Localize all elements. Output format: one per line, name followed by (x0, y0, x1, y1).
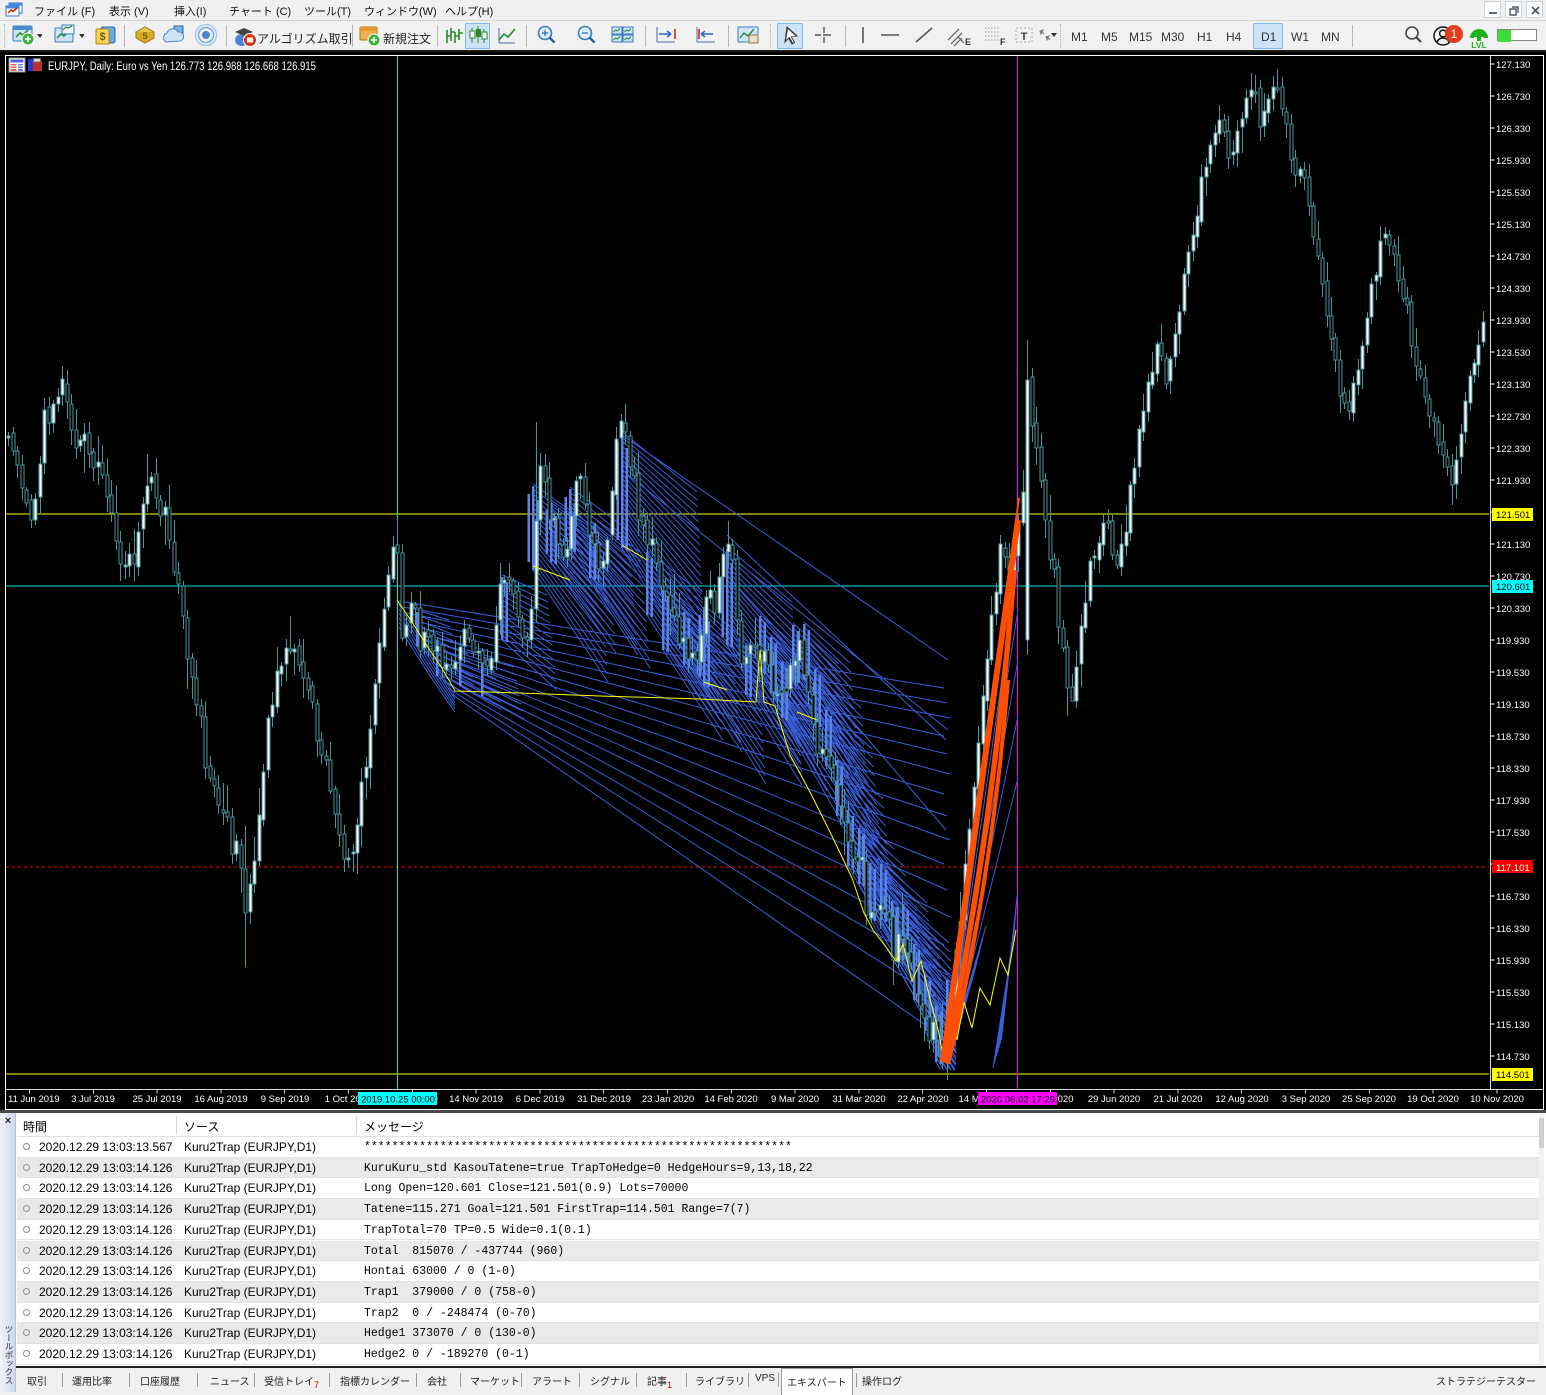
svg-text:T: T (1021, 31, 1028, 43)
svg-text:115.130: 115.130 (1496, 1020, 1530, 1031)
svg-text:123.530: 123.530 (1496, 348, 1530, 359)
svg-text:25 Sep 2020: 25 Sep 2020 (1342, 1094, 1396, 1105)
svg-text:118.330: 118.330 (1496, 764, 1530, 775)
svg-text:120.601: 120.601 (1496, 582, 1530, 593)
svg-text:1: 1 (1451, 27, 1458, 41)
svg-text:121.130: 121.130 (1496, 540, 1530, 551)
svg-text:3 Sep 2020: 3 Sep 2020 (1282, 1094, 1331, 1105)
svg-text:119.530: 119.530 (1496, 668, 1530, 679)
svg-text:126.330: 126.330 (1496, 124, 1530, 135)
svg-text:125.530: 125.530 (1496, 188, 1530, 199)
svg-text:126.730: 126.730 (1496, 92, 1530, 103)
svg-text:$: $ (99, 31, 105, 43)
svg-text:LVL: LVL (1471, 40, 1486, 50)
svg-text:EURJPY, Daily: Euro vs Yen 1: EURJPY, Daily: Euro vs Yen 126.773 126.9… (48, 61, 316, 73)
svg-text:31 Dec 2019: 31 Dec 2019 (577, 1094, 631, 1105)
svg-text:29 Jun 2020: 29 Jun 2020 (1088, 1094, 1140, 1105)
svg-text:121.501: 121.501 (1496, 510, 1530, 521)
svg-text:22 Apr 2020: 22 Apr 2020 (897, 1094, 948, 1105)
svg-text:122.330: 122.330 (1496, 444, 1530, 455)
svg-text:116.730: 116.730 (1496, 892, 1530, 903)
svg-text:125.930: 125.930 (1496, 156, 1530, 167)
svg-text:11 Jun 2019: 11 Jun 2019 (8, 1094, 60, 1105)
svg-text:116.330: 116.330 (1496, 924, 1530, 935)
svg-text:14 Nov 2019: 14 Nov 2019 (449, 1094, 503, 1105)
svg-text:125.130: 125.130 (1496, 220, 1530, 231)
svg-text:121.930: 121.930 (1496, 476, 1530, 487)
svg-text:16 Aug 2019: 16 Aug 2019 (194, 1094, 247, 1105)
svg-text:31 Mar 2020: 31 Mar 2020 (832, 1094, 885, 1105)
svg-text:21 Jul 2020: 21 Jul 2020 (1153, 1094, 1202, 1105)
svg-text:127.130: 127.130 (1496, 60, 1530, 71)
svg-text:118.730: 118.730 (1496, 732, 1530, 743)
svg-text:114.730: 114.730 (1496, 1052, 1530, 1063)
svg-text:119.130: 119.130 (1496, 700, 1530, 711)
svg-text:117.530: 117.530 (1496, 828, 1530, 839)
svg-text:9 Mar 2020: 9 Mar 2020 (771, 1094, 819, 1105)
svg-text:120.330: 120.330 (1496, 604, 1530, 615)
svg-text:23 Jan 2020: 23 Jan 2020 (642, 1094, 694, 1105)
svg-text:F: F (1000, 37, 1006, 47)
svg-text:19 Oct 2020: 19 Oct 2020 (1407, 1094, 1459, 1105)
svg-text:114.501: 114.501 (1496, 1070, 1530, 1081)
svg-text:117.930: 117.930 (1496, 796, 1530, 807)
svg-text:124.330: 124.330 (1496, 284, 1530, 295)
svg-text:12 Aug 2020: 12 Aug 2020 (1215, 1094, 1268, 1105)
svg-text:115.530: 115.530 (1496, 988, 1530, 999)
svg-text:14 Feb 2020: 14 Feb 2020 (704, 1094, 757, 1105)
svg-text:115.930: 115.930 (1496, 956, 1530, 967)
svg-text:10 Nov 2020: 10 Nov 2020 (1470, 1094, 1524, 1105)
svg-text:124.730: 124.730 (1496, 252, 1530, 263)
svg-text:5: 5 (142, 31, 147, 41)
svg-text:25 Jul 2019: 25 Jul 2019 (132, 1094, 181, 1105)
svg-text:E: E (965, 37, 971, 47)
svg-text:119.930: 119.930 (1496, 636, 1530, 647)
svg-text:2020.06.02 17:29: 2020.06.02 17:29 (981, 1095, 1055, 1106)
svg-text:2019.10.25 00:00: 2019.10.25 00:00 (361, 1095, 435, 1106)
svg-text:117.101: 117.101 (1496, 863, 1530, 874)
svg-text:122.730: 122.730 (1496, 412, 1530, 423)
svg-text:6 Dec 2019: 6 Dec 2019 (516, 1094, 565, 1105)
svg-text:123.130: 123.130 (1496, 380, 1530, 391)
svg-text:3 Jul 2019: 3 Jul 2019 (71, 1094, 115, 1105)
svg-text:9 Sep 2019: 9 Sep 2019 (261, 1094, 310, 1105)
svg-text:123.930: 123.930 (1496, 316, 1530, 327)
